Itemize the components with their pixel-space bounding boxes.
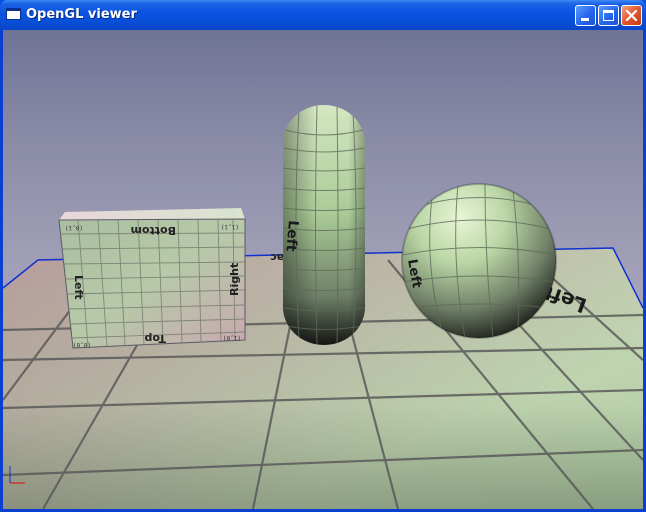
box-label-right: Right [228,263,241,296]
capsule-label: Left [282,220,301,253]
app-window: OpenGL viewer ac Left Ri Bottom Top Left… [0,0,646,512]
minimize-button[interactable] [575,5,596,26]
box-corner-01: (0,1) [65,224,83,231]
box-label-bottom: Bottom [131,224,176,237]
sphere-mesh: Left [401,183,557,339]
minimize-icon [581,18,589,21]
maximize-button[interactable] [598,5,619,26]
box-corner-10: (1,0) [223,334,241,341]
title-bar[interactable]: OpenGL viewer [0,0,646,30]
close-icon [625,9,638,22]
box-label-top: Top [144,332,166,345]
box-corner-11: (1,1) [221,223,239,230]
maximize-icon [603,10,614,21]
box-label-left: Left [72,275,85,300]
capsule-mesh: Left [282,105,365,345]
window-icon [6,8,21,20]
close-button[interactable] [621,5,642,26]
scene-canvas: ac Left Ri Bottom Top Left Right (0,1) (… [3,105,643,509]
textured-box: Bottom Top Left Right (0,1) (1,1) (0,0) … [58,208,246,349]
floor-label-back: ac [270,251,284,264]
box-corner-00: (0,0) [73,341,91,348]
window-title: OpenGL viewer [26,7,137,22]
gl-viewport[interactable]: ac Left Ri Bottom Top Left Right (0,1) (… [3,30,643,509]
